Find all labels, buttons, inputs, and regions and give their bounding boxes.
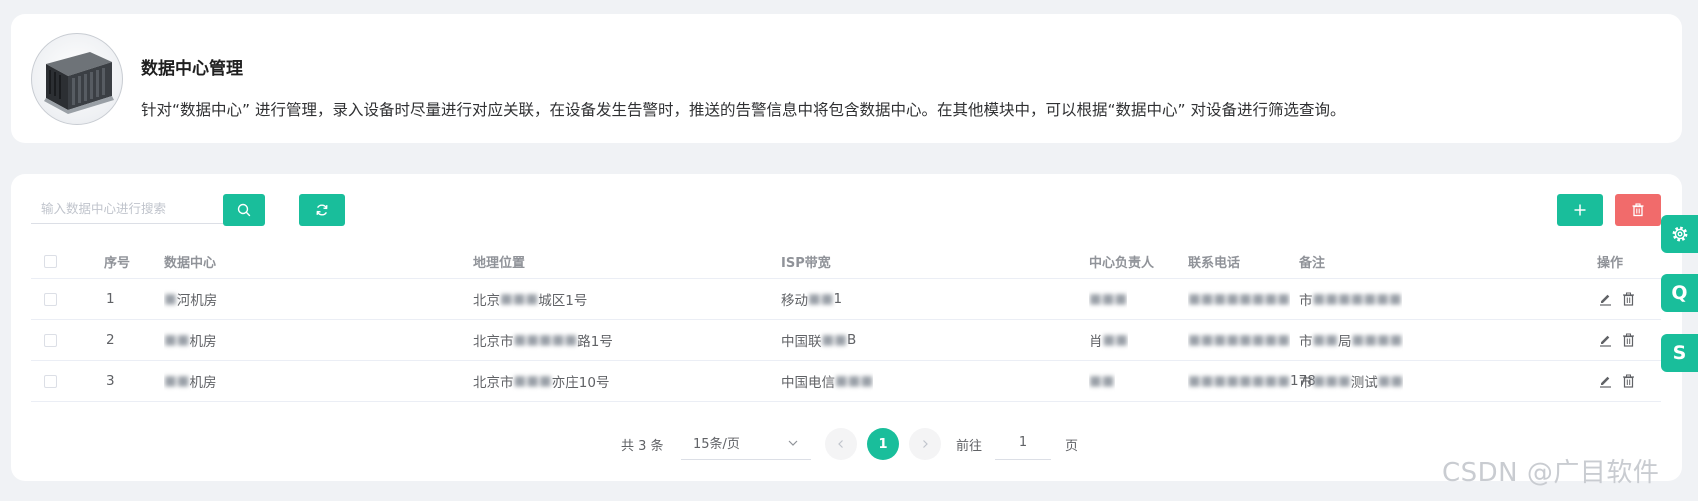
table-header-row: 序号 数据中心 地理位置 ISP带宽 中心负责人 联系电话 备注 操作 (31, 244, 1661, 279)
plus-icon (1574, 204, 1586, 216)
page-description: 针对“数据中心” 进行管理，录入设备时尽量进行对应关联，在设备发生告警时，推送的… (141, 101, 1346, 119)
row-checkbox[interactable] (44, 333, 57, 347)
search-button[interactable] (223, 194, 265, 226)
refresh-icon (316, 204, 328, 216)
search-icon (237, 203, 251, 217)
row-isp: 中国电信 ■■■ (781, 373, 874, 391)
table-row[interactable]: 1 ■ 河机房 北京 ■■■ 城区1号 移动 ■■ 1 ■■■ ■■■■■■■■ 市 ■■■… (31, 279, 1661, 320)
chevron-right-icon (923, 440, 928, 448)
settings-button[interactable] (1661, 215, 1698, 253)
row-remark: 市 ■■■ 测试 ■■ (1299, 373, 1404, 391)
chevron-left-icon (838, 440, 843, 448)
row-isp: 中国联 ■■ B (781, 332, 857, 350)
row-isp: 移动 ■■ 1 (781, 291, 843, 309)
row-owner: 肖 ■■ (1089, 332, 1129, 350)
select-all-checkbox[interactable] (44, 254, 57, 268)
pencil-icon[interactable] (1599, 293, 1612, 306)
data-center-table: 序号 数据中心 地理位置 ISP带宽 中心负责人 联系电话 备注 操作 1 ■ 河… (31, 244, 1661, 402)
q-tool-button[interactable]: Q (1661, 274, 1698, 312)
pagination: 共 3 条 15条/页 1 前往 页 (11, 426, 1682, 462)
pencil-icon[interactable] (1599, 334, 1612, 347)
column-header-index[interactable]: 序号 (104, 244, 130, 278)
server-rack-image (31, 33, 123, 125)
page-size-value: 15条/页 (693, 437, 740, 452)
search-input[interactable] (31, 194, 231, 224)
column-header-owner[interactable]: 中心负责人 (1089, 244, 1154, 278)
data-center-panel: 序号 数据中心 地理位置 ISP带宽 中心负责人 联系电话 备注 操作 1 ■河… (11, 174, 1682, 481)
row-name: ■■ 机房 (164, 332, 217, 350)
row-name: ■■ 机房 (164, 373, 217, 391)
trash-icon[interactable] (1622, 333, 1635, 347)
s-tool-button[interactable]: S (1661, 334, 1698, 372)
goto-label: 前往 (956, 439, 983, 454)
trash-icon[interactable] (1622, 374, 1635, 388)
page-button-current[interactable]: 1 (867, 428, 899, 460)
row-location: 北京市 ■■■■■ 路1号 (473, 332, 613, 350)
row-location: 北京 ■■■ 城区1号 (473, 291, 588, 309)
row-location: 北京市 ■■■ 亦庄10号 (473, 373, 610, 391)
batch-delete-button[interactable] (1615, 194, 1661, 226)
row-owner: ■■ (1089, 373, 1115, 389)
row-owner: ■■■ (1089, 291, 1128, 307)
pencil-icon[interactable] (1599, 375, 1612, 388)
column-header-phone[interactable]: 联系电话 (1188, 244, 1240, 278)
row-checkbox[interactable] (44, 292, 57, 306)
chevron-down-icon (788, 440, 798, 446)
column-header-location[interactable]: 地理位置 (473, 244, 525, 278)
page-size-select[interactable]: 15条/页 (681, 426, 811, 460)
add-button[interactable] (1557, 194, 1603, 226)
column-header-remark[interactable]: 备注 (1299, 244, 1325, 278)
gear-icon (1672, 226, 1687, 242)
page-unit-label: 页 (1065, 439, 1079, 454)
row-phone: ■■■■■■■■ (1188, 291, 1291, 307)
row-name: ■ 河机房 (164, 291, 218, 309)
row-checkbox[interactable] (44, 374, 57, 388)
row-actions (1599, 279, 1645, 319)
trash-icon[interactable] (1622, 292, 1635, 306)
prev-page-button[interactable] (825, 428, 857, 460)
column-header-isp[interactable]: ISP带宽 (781, 244, 831, 278)
goto-page-input[interactable] (995, 426, 1051, 460)
column-header-ops: 操作 (1597, 255, 1624, 271)
row-actions (1599, 320, 1645, 360)
column-header-name[interactable]: 数据中心 (164, 244, 216, 278)
refresh-button[interactable] (299, 194, 345, 226)
row-index: 1 (106, 291, 115, 307)
row-phone: ■■■■■■■■ 178 (1188, 373, 1316, 389)
trash-icon (1632, 203, 1644, 217)
page-title: 数据中心管理 (141, 59, 243, 79)
row-actions (1599, 361, 1645, 401)
table-row[interactable]: 3 ■■ 机房 北京市 ■■■ 亦庄10号 中国电信 ■■■ ■■ ■■■■■■■■ 17… (31, 361, 1661, 402)
row-index: 3 (106, 373, 115, 389)
row-remark: 市 ■■ 局 ■■■■ (1299, 332, 1403, 350)
row-index: 2 (106, 332, 115, 348)
next-page-button[interactable] (909, 428, 941, 460)
watermark: CSDN @广目软件 (1442, 458, 1660, 488)
pagination-total: 共 3 条 (621, 439, 664, 454)
row-phone: ■■■■■■■■ (1188, 332, 1291, 348)
intro-card: 数据中心管理 针对“数据中心” 进行管理，录入设备时尽量进行对应关联，在设备发生… (11, 14, 1682, 143)
row-remark: 市 ■■■■■■■ (1299, 291, 1402, 309)
table-row[interactable]: 2 ■■ 机房 北京市 ■■■■■ 路1号 中国联 ■■ B 肖 ■■ ■■■■■■■■ 市… (31, 320, 1661, 361)
